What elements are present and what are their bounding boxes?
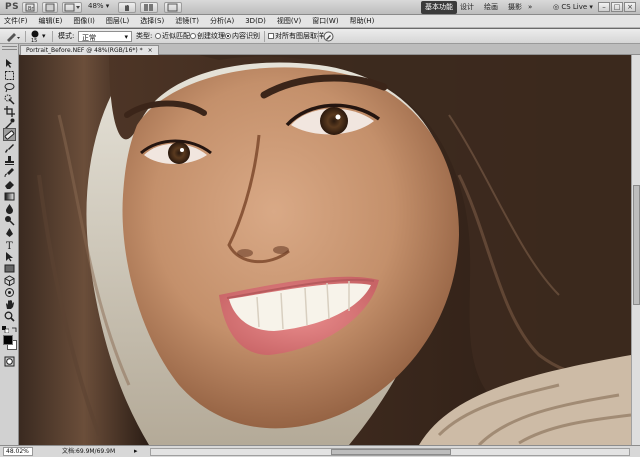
status-menu-arrow-icon[interactable]: ▸: [134, 447, 138, 455]
application-bar: PS Br 48% ▾ 基本功能 设计 绘画 摄影 » ◎ CS Live ▾ …: [0, 0, 640, 15]
document-canvas[interactable]: [19, 55, 631, 445]
type-tool-icon[interactable]: T: [4, 239, 15, 250]
pen-tool-icon[interactable]: [4, 227, 15, 238]
3d-rotate-tool-icon[interactable]: [4, 275, 15, 286]
menu-item[interactable]: 窗口(W): [312, 16, 338, 26]
brush-picker-arrow-icon[interactable]: ▾: [42, 32, 46, 41]
portrait-photo: [19, 55, 631, 445]
close-tab-icon[interactable]: ×: [148, 47, 153, 54]
radio-proximity-match[interactable]: 近似匹配: [155, 32, 190, 41]
menu-item[interactable]: 图像(I): [73, 16, 95, 26]
status-bar: 48.02% 文档:69.9M/69.9M ▸: [0, 445, 640, 457]
status-zoom-input[interactable]: 48.02%: [3, 447, 33, 456]
crop-tool-icon[interactable]: [4, 106, 15, 117]
workspace-design[interactable]: 设计: [456, 1, 478, 14]
horizontal-scroll-thumb[interactable]: [331, 449, 451, 455]
vertical-scrollbar[interactable]: [631, 55, 640, 445]
radio-create-texture[interactable]: 创建纹理: [190, 32, 225, 41]
bridge-button[interactable]: Br: [22, 2, 38, 13]
tool-preset-picker[interactable]: [5, 31, 21, 45]
close-icon[interactable]: ×: [624, 2, 636, 12]
cs-live-button[interactable]: ◎ CS Live ▾: [553, 1, 593, 14]
quick-selection-tool-icon[interactable]: [4, 94, 15, 105]
menu-item[interactable]: 视图(V): [277, 16, 301, 26]
mode-value: 正常: [82, 34, 96, 42]
3d-camera-tool-icon[interactable]: [4, 287, 15, 298]
rectangle-tool-icon[interactable]: [4, 263, 15, 274]
svg-text:T: T: [6, 241, 13, 250]
screen-mode-button[interactable]: [164, 2, 182, 13]
document-size-info: 文档:69.9M/69.9M: [62, 448, 116, 455]
move-tool-icon[interactable]: [4, 58, 15, 69]
workspace-painting[interactable]: 绘画: [480, 1, 502, 14]
document-tab-title: Portrait_Before.NEF @ 48%(RGB/16*) *: [26, 47, 143, 54]
hand-tool-button[interactable]: [118, 2, 136, 13]
menu-item[interactable]: 帮助(H): [350, 16, 375, 26]
divider: [318, 31, 319, 42]
sample-all-layers-label: 对所有图层取样: [275, 32, 324, 40]
status-zoom-value: 48.02%: [6, 448, 29, 455]
document-tab[interactable]: Portrait_Before.NEF @ 48%(RGB/16*) * ×: [20, 45, 159, 55]
radio-content-aware-label: 内容识别: [232, 32, 260, 40]
radio-create-texture-label: 创建纹理: [197, 32, 225, 40]
marquee-tool-icon[interactable]: [4, 70, 15, 81]
quick-mask-icon[interactable]: [4, 356, 15, 367]
tools-panel: T: [0, 44, 19, 445]
zoom-tool-icon[interactable]: [4, 311, 15, 322]
radio-proximity-match-label: 近似匹配: [162, 32, 190, 40]
document-tab-strip: Portrait_Before.NEF @ 48%(RGB/16*) * ×: [19, 44, 640, 55]
arrange-documents-button[interactable]: [140, 2, 158, 13]
menu-item[interactable]: 选择(S): [140, 16, 164, 26]
default-colors-icon[interactable]: [2, 326, 10, 334]
chevron-down-icon: ▾: [124, 33, 128, 41]
menu-item[interactable]: 滤镜(T): [175, 16, 199, 26]
dodge-tool-icon[interactable]: [4, 215, 15, 226]
menu-item[interactable]: 分析(A): [210, 16, 234, 26]
path-selection-tool-icon[interactable]: [4, 251, 15, 262]
spot-healing-brush-tool-icon[interactable]: [3, 128, 16, 141]
gradient-tool-icon[interactable]: [4, 191, 15, 202]
workspace-photography[interactable]: 摄影: [504, 1, 526, 14]
type-label: 类型:: [136, 32, 153, 40]
workspace-more-icon[interactable]: »: [528, 3, 532, 11]
blur-tool-icon[interactable]: [4, 203, 15, 214]
menu-bar: 文件(F) 编辑(E) 图像(I) 图层(L) 选择(S) 滤镜(T) 分析(A) 3D(D)…: [0, 15, 640, 28]
panel-grip[interactable]: [2, 46, 17, 50]
radio-content-aware[interactable]: 内容识别: [225, 32, 260, 41]
eraser-tool-icon[interactable]: [4, 179, 15, 190]
lasso-tool-icon[interactable]: [4, 82, 15, 93]
cs-live-label: CS Live: [561, 3, 588, 11]
sample-all-layers-checkbox[interactable]: 对所有图层取样: [268, 32, 324, 41]
foreground-color-swatch[interactable]: [3, 335, 13, 345]
menu-item[interactable]: 3D(D): [245, 17, 266, 25]
vertical-scroll-thumb[interactable]: [633, 185, 640, 305]
zoom-level-value: 48%: [88, 2, 104, 10]
menu-item[interactable]: 文件(F): [4, 16, 28, 26]
swap-colors-icon[interactable]: [11, 326, 18, 333]
view-extras-button[interactable]: [62, 2, 82, 13]
divider: [52, 31, 53, 42]
menu-item[interactable]: 编辑(E): [39, 16, 63, 26]
workspace-essentials[interactable]: 基本功能: [421, 1, 457, 14]
divider: [25, 31, 26, 42]
mini-bridge-button[interactable]: [42, 2, 58, 13]
mode-label: 模式:: [58, 32, 75, 40]
brush-tool-icon[interactable]: [4, 143, 15, 154]
svg-text:Br: Br: [28, 6, 34, 12]
maximize-icon[interactable]: □: [611, 2, 623, 12]
history-brush-tool-icon[interactable]: [4, 167, 15, 178]
hand-tool-icon[interactable]: [4, 299, 15, 310]
tool-options-bar: 15 ▾ 模式: 正常 ▾ 类型: 近似匹配 创建纹理 内容识别 对所有图层取样: [0, 29, 640, 44]
photoshop-logo: PS: [5, 2, 20, 12]
divider: [264, 31, 265, 42]
horizontal-scrollbar[interactable]: [150, 448, 630, 456]
zoom-level-dropdown[interactable]: 48% ▾: [88, 2, 109, 10]
pressure-size-icon[interactable]: [323, 31, 334, 45]
menu-item[interactable]: 图层(L): [106, 16, 129, 26]
clone-stamp-tool-icon[interactable]: [4, 155, 15, 166]
mode-select[interactable]: 正常 ▾: [78, 31, 132, 42]
minimize-icon[interactable]: –: [598, 2, 610, 12]
